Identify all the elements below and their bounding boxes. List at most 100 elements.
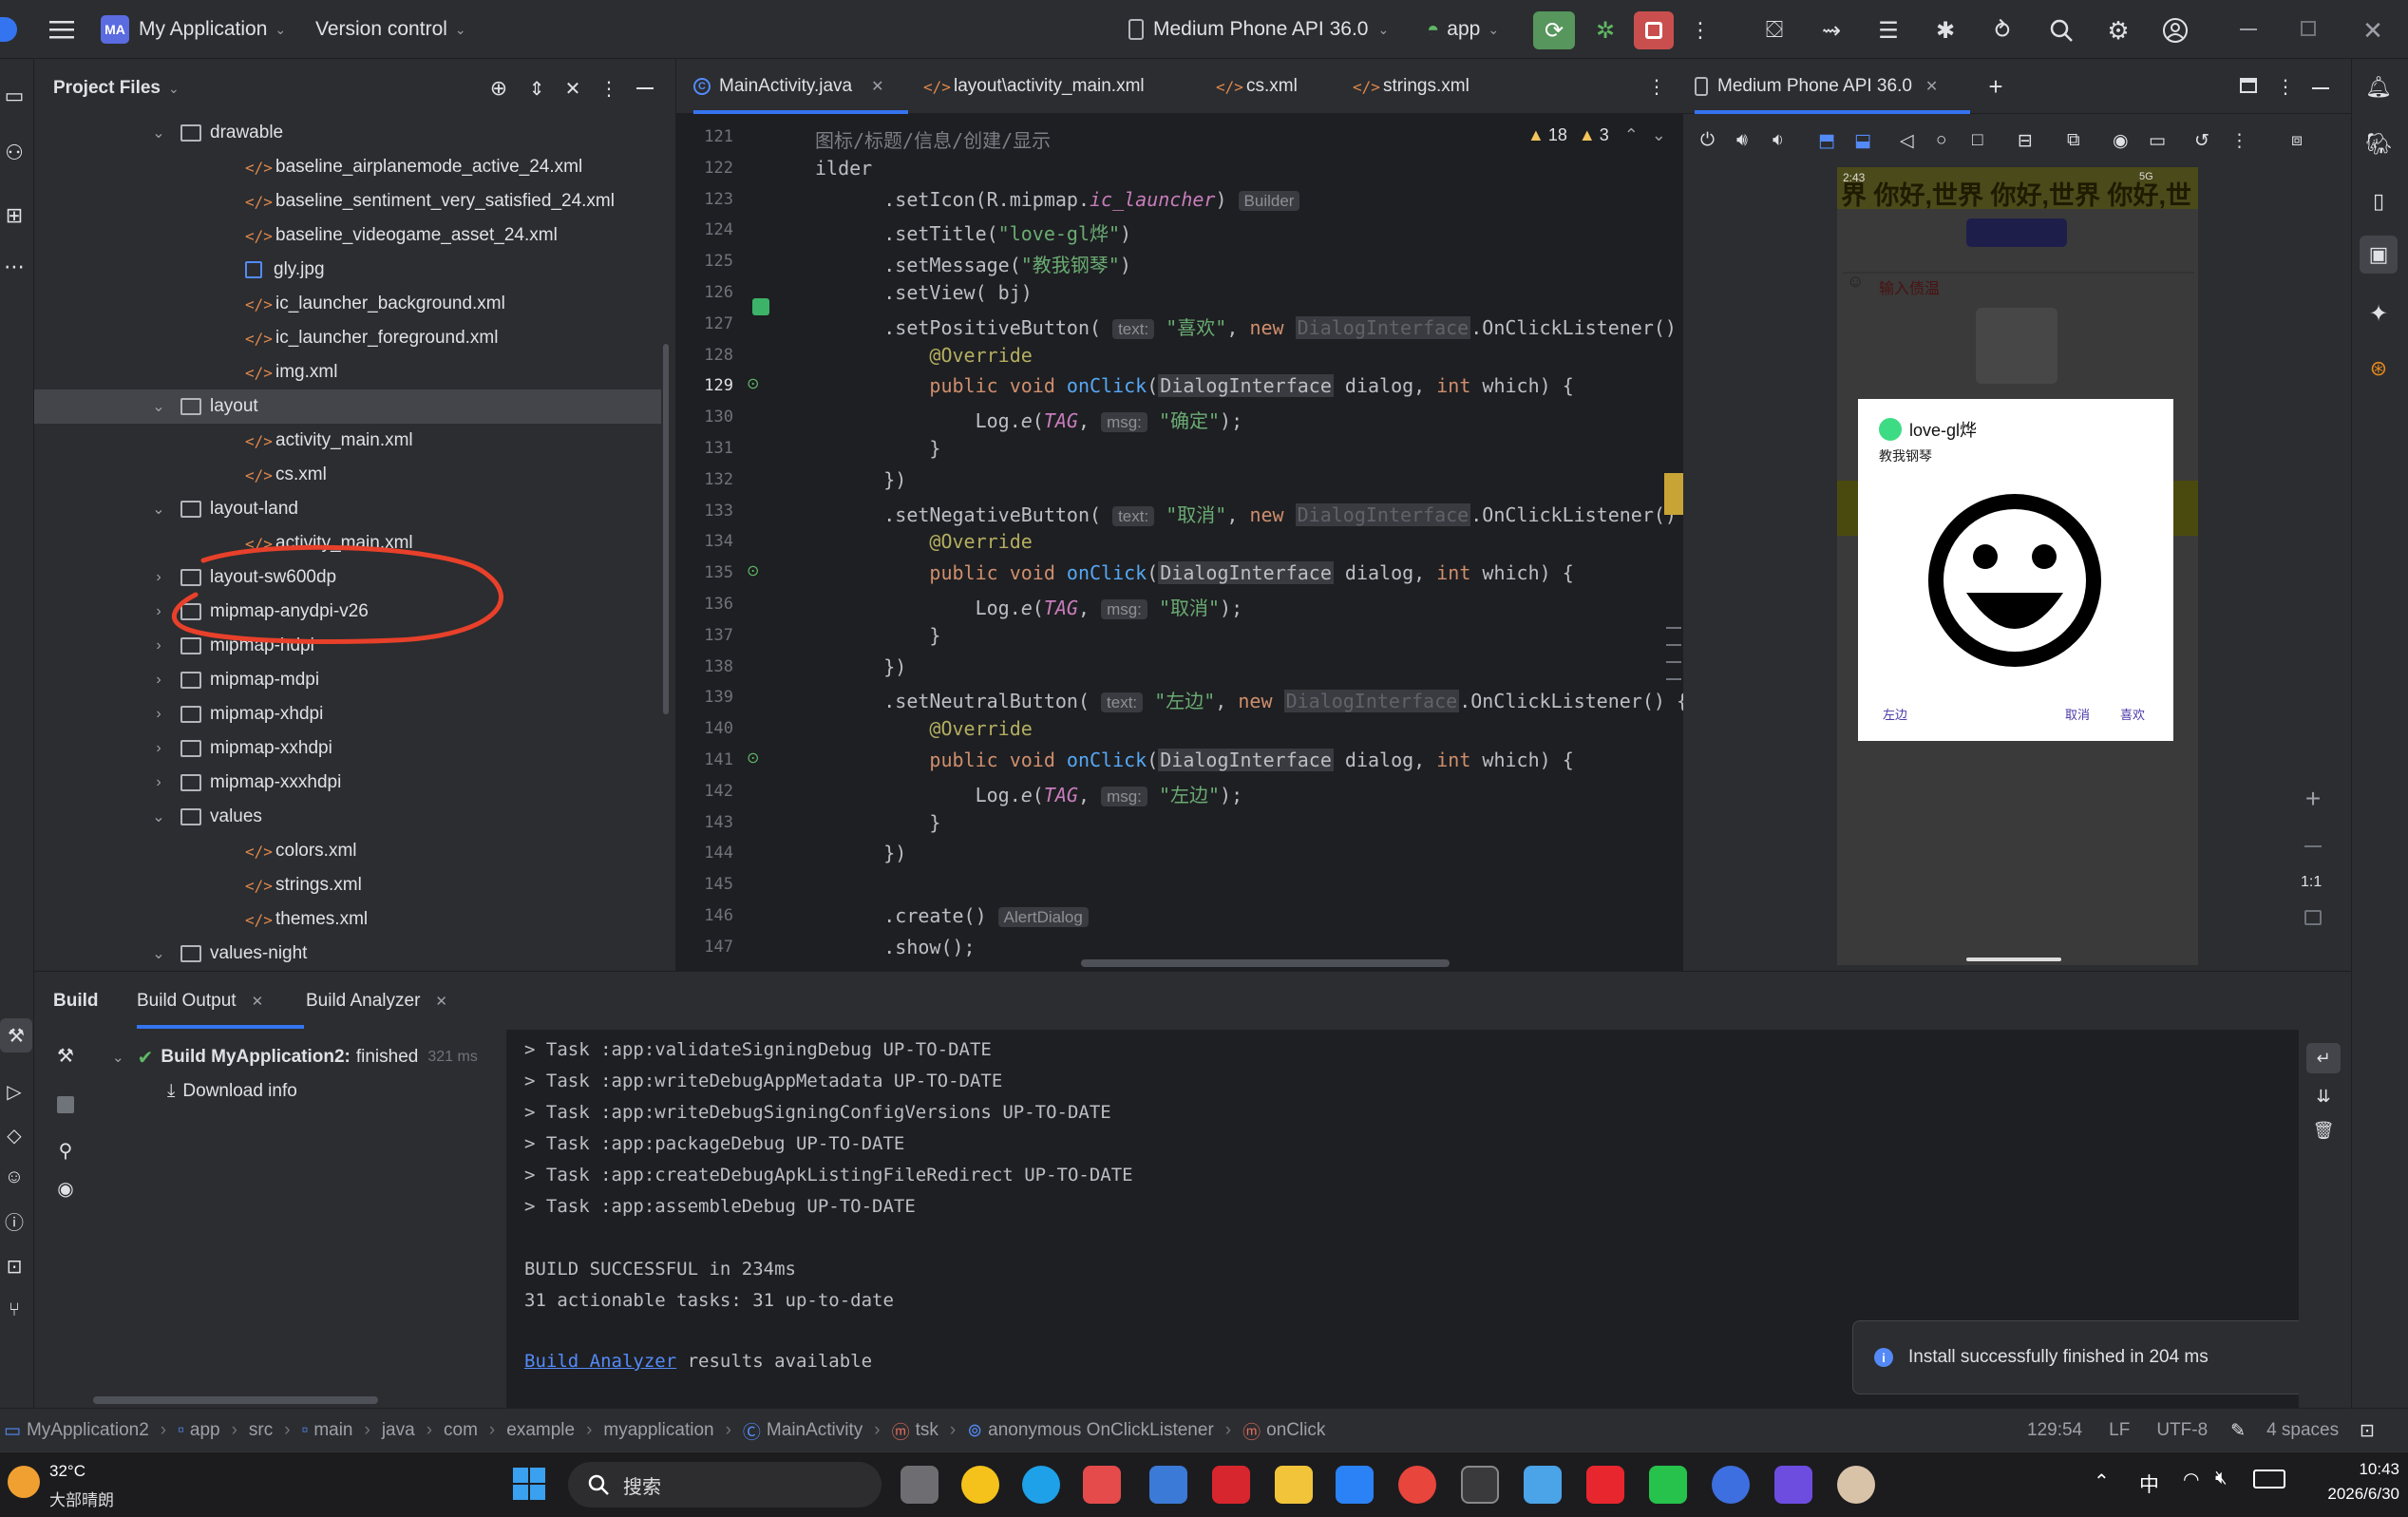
project-tool-icon[interactable]: ▭ bbox=[0, 82, 28, 110]
zoom-out-icon[interactable] bbox=[2304, 845, 2322, 847]
tool-app-icon[interactable] bbox=[1083, 1466, 1121, 1504]
minimize-icon[interactable] bbox=[2240, 28, 2257, 30]
tree-folder[interactable]: › mipmap-xxxhdpi bbox=[34, 766, 661, 800]
dialog-negative-button[interactable]: 取消 bbox=[2065, 705, 2090, 723]
more-icon[interactable]: ⋮ bbox=[1689, 11, 1712, 49]
edge-icon[interactable] bbox=[1022, 1466, 1060, 1504]
emulator-tab[interactable]: Medium Phone API 36.0 ✕ bbox=[1695, 72, 1938, 101]
paw-app-icon[interactable] bbox=[961, 1466, 999, 1504]
tree-file[interactable]: gly.jpg bbox=[34, 253, 661, 287]
overview-icon[interactable]: □ bbox=[1972, 130, 2018, 151]
breadcrumb-item[interactable]: src bbox=[249, 1420, 273, 1441]
app-button[interactable] bbox=[1966, 218, 2067, 247]
structure-icon[interactable]: ⊞ bbox=[0, 201, 28, 230]
caret-position[interactable]: 129:54 bbox=[2027, 1420, 2082, 1441]
device-selector[interactable]: Medium Phone API 36.0 ⌄ bbox=[1128, 13, 1389, 46]
gemini-icon[interactable]: ✦ bbox=[2363, 298, 2394, 329]
tree-file[interactable]: </> strings.xml bbox=[34, 868, 661, 902]
build-analyzer-link[interactable]: Build Analyzer bbox=[524, 1351, 676, 1372]
power-icon[interactable]: ⏻ bbox=[1700, 130, 1736, 151]
youdao-icon[interactable] bbox=[1586, 1466, 1624, 1504]
close-tab-icon[interactable]: ✕ bbox=[435, 993, 447, 1010]
android-studio-taskbar-icon[interactable] bbox=[1712, 1466, 1750, 1504]
phone-screen[interactable]: 2:43 5G 界 你好,世界 你好,世界 你好,世 ☺ 输入债温 love-g… bbox=[1837, 167, 2198, 965]
chevron-down-icon[interactable]: ⌄ bbox=[150, 807, 167, 826]
chevron-down-icon[interactable]: ⌄ bbox=[150, 397, 167, 416]
breadcrumb-item[interactable]: example bbox=[506, 1420, 575, 1441]
breadcrumb-item[interactable]: myapplication bbox=[603, 1420, 713, 1441]
remote-app-icon[interactable] bbox=[1149, 1466, 1187, 1504]
code-editor[interactable]: ▲ 18 ▲ 3 ⌃ ⌄ 121 图标/标题/信息/创建/显示 122 ilder 12… bbox=[676, 114, 1683, 971]
close-icon[interactable]: ✕ bbox=[2356, 13, 2390, 47]
build-result-row[interactable]: ⌄ ✔ Build MyApplication2: finished 321 m… bbox=[112, 1043, 478, 1071]
close-tab-icon[interactable]: ✕ bbox=[871, 77, 883, 96]
taskbar-search[interactable]: 搜索 bbox=[568, 1462, 882, 1508]
camera-icon[interactable]: ◉ bbox=[2113, 130, 2149, 152]
tab-build-analyzer[interactable]: Build Analyzer ✕ bbox=[306, 991, 447, 1012]
tree-file[interactable]: </> baseline_airplanemode_active_24.xml bbox=[34, 150, 661, 184]
tree-file[interactable]: </> activity_main.xml bbox=[34, 424, 661, 458]
tree-folder[interactable]: › mipmap-mdpi bbox=[34, 663, 661, 697]
expand-all-icon[interactable]: ⇕ bbox=[522, 74, 551, 103]
tree-folder[interactable]: ⌄ values bbox=[34, 800, 661, 834]
bug-icon[interactable]: ✱ bbox=[1928, 13, 1962, 47]
tree-folder[interactable]: › mipmap-xxhdpi bbox=[34, 731, 661, 766]
stop-button[interactable] bbox=[1634, 11, 1674, 49]
clock-time[interactable]: 10:43 bbox=[2304, 1460, 2399, 1479]
volume-up-icon[interactable]: 🔊︎ bbox=[1736, 130, 1773, 151]
chrome-icon[interactable] bbox=[1398, 1466, 1436, 1504]
dialog-neutral-button[interactable]: 左边 bbox=[1883, 705, 1907, 723]
install-notification[interactable]: i Install successfully finished in 204 m… bbox=[1852, 1320, 2335, 1394]
profiler-icon[interactable]: ⇝ bbox=[1814, 13, 1849, 47]
tab-cs-xml[interactable]: </> cs.xml bbox=[1216, 59, 1298, 114]
run-config-selector[interactable]: ◓ app ⌄ bbox=[1427, 13, 1499, 46]
record-icon[interactable]: ▭ bbox=[2149, 130, 2194, 152]
breadcrumb-item[interactable]: anonymous OnClickListener bbox=[988, 1420, 1214, 1441]
chevron-right-icon[interactable]: › bbox=[150, 672, 167, 689]
horizontal-scrollbar[interactable] bbox=[1081, 959, 1450, 967]
maximize-icon[interactable] bbox=[2301, 21, 2316, 36]
search-icon[interactable] bbox=[2044, 13, 2078, 47]
indent-setting[interactable]: 4 spaces bbox=[2266, 1420, 2339, 1441]
lock-icon[interactable]: ⊡ bbox=[2360, 1420, 2375, 1442]
breadcrumb-item[interactable]: main bbox=[313, 1420, 352, 1441]
file-explorer-icon[interactable] bbox=[1275, 1466, 1313, 1504]
hide-icon[interactable] bbox=[2312, 87, 2329, 89]
tree-folder[interactable]: ⌄ layout-land bbox=[34, 492, 661, 526]
chevron-down-icon[interactable]: ⌄ bbox=[150, 123, 167, 142]
breadcrumb-item[interactable]: MainActivity bbox=[767, 1420, 863, 1441]
breadcrumb-item[interactable]: tsk bbox=[916, 1420, 939, 1441]
logcat-icon[interactable]: ☰ bbox=[1871, 13, 1906, 47]
eye-icon[interactable]: ◉ bbox=[51, 1174, 80, 1203]
more-tools-icon[interactable]: ⋯ bbox=[0, 253, 28, 281]
tree-file[interactable]: </> baseline_videogame_asset_24.xml bbox=[34, 218, 661, 253]
chevron-right-icon[interactable]: › bbox=[150, 774, 167, 791]
tree-file[interactable]: </> colors.xml bbox=[34, 834, 661, 868]
terminal-app-icon[interactable] bbox=[1461, 1466, 1499, 1504]
rotate-right-icon[interactable]: ⬓ bbox=[1854, 130, 1900, 152]
ime-indicator[interactable]: 中 bbox=[2139, 1470, 2159, 1498]
tree-folder[interactable]: ⌄ values-night bbox=[34, 937, 661, 971]
zoom-actual-size[interactable]: 1:1 bbox=[2301, 874, 2322, 891]
weather-desc[interactable]: 大部晴朗 bbox=[49, 1487, 114, 1510]
soft-wrap-icon[interactable]: ↵ bbox=[2306, 1043, 2341, 1073]
collapse-all-icon[interactable]: ✕ bbox=[559, 74, 587, 103]
project-selector[interactable]: MA My Application ⌄ bbox=[101, 13, 286, 46]
device-frame-icon[interactable]: ⊟ bbox=[2018, 130, 2067, 152]
breadcrumb-item[interactable]: onClick bbox=[1266, 1420, 1325, 1441]
override-gutter-icon[interactable]: ⊙ bbox=[747, 749, 759, 768]
window-mode-icon[interactable] bbox=[2240, 78, 2257, 93]
task-view-icon[interactable] bbox=[901, 1466, 939, 1504]
stop-build-icon[interactable] bbox=[57, 1096, 74, 1113]
tab-options-icon[interactable]: ⋮ bbox=[1645, 74, 1668, 99]
download-info-row[interactable]: ⤓ Download info bbox=[167, 1077, 297, 1106]
zoom-fit-icon[interactable] bbox=[2304, 910, 2322, 925]
line-separator[interactable]: LF bbox=[2109, 1420, 2130, 1441]
link-app-icon[interactable] bbox=[1774, 1466, 1812, 1504]
volume-muted-icon[interactable]: 🔇︎ bbox=[2215, 1468, 2228, 1489]
override-gutter-icon[interactable]: ⊙ bbox=[747, 374, 759, 393]
breadcrumb-item[interactable]: com bbox=[444, 1420, 478, 1441]
rotate-left-icon[interactable]: ⬒ bbox=[1818, 130, 1854, 152]
breadcrumb-item[interactable]: java bbox=[382, 1420, 415, 1441]
project-panel-header[interactable]: Project Files ⌄ bbox=[53, 72, 180, 104]
